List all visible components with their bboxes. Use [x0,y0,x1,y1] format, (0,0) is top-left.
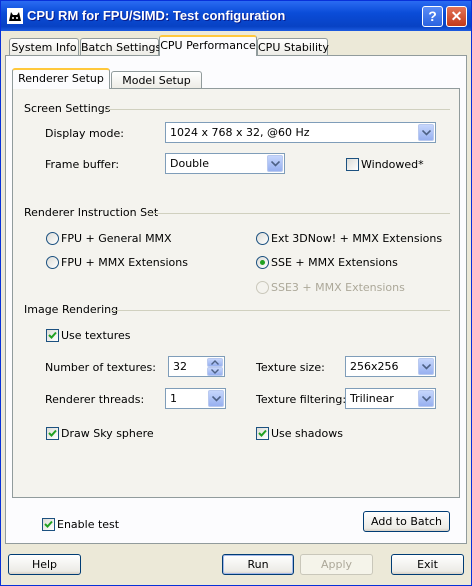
renderer-threads-select[interactable]: 1 [165,388,226,409]
use-shadows-label: Use shadows [271,427,343,440]
num-textures-spinner[interactable]: 32 [168,356,225,377]
radio-selected-dot [260,260,265,265]
help-title-button[interactable]: ? [422,6,443,27]
renderer-threads-value: 1 [170,392,177,405]
help-button[interactable]: Help [8,554,81,575]
chevron-down-icon[interactable] [418,124,434,141]
check-icon [48,429,57,437]
apply-button: Apply [300,554,373,575]
check-icon [48,331,57,339]
group-divider [110,310,450,311]
num-textures-value: 32 [173,360,187,373]
chevron-down-icon [211,369,219,374]
chevron-down-icon[interactable] [418,390,434,407]
frame-buffer-value: Double [170,157,209,170]
spin-up-button[interactable] [207,358,223,367]
frame-buffer-label: Frame buffer: [45,158,120,171]
texture-filtering-value: Trilinear [350,392,394,405]
tab-cpu-stability[interactable]: CPU Stability [257,38,329,56]
radio-fpu-mmx-extensions[interactable] [46,256,59,269]
use-textures-checkbox[interactable] [46,329,59,342]
radio-sse-mmx-extensions[interactable] [256,256,269,269]
radio-fpu-general-mmx[interactable] [46,232,59,245]
check-icon [258,429,267,437]
group-divider [147,213,450,214]
display-mode-value: 1024 x 768 x 32, @60 Hz [170,126,310,139]
app-cat-icon [7,8,23,24]
windowed-label: Windowed* [361,158,424,171]
chevron-down-icon[interactable] [267,155,283,172]
screen-settings-heading: Screen Settings [24,102,111,115]
chevron-down-icon[interactable] [418,358,434,375]
draw-sky-label: Draw Sky sphere [61,427,154,440]
display-mode-label: Display mode: [45,127,124,140]
group-divider [105,109,450,110]
subtab-model-setup[interactable]: Model Setup [111,71,202,89]
spin-down-button[interactable] [207,367,223,376]
draw-sky-checkbox[interactable] [46,427,59,440]
radio-label-sse-mmx-extensions: SSE + MMX Extensions [271,256,398,269]
radio-label-fpu-mmx-extensions: FPU + MMX Extensions [61,256,188,269]
exit-button[interactable]: Exit [391,554,464,575]
title-bar[interactable]: CPU RM for FPU/SIMD: Test configuration … [1,1,471,31]
use-shadows-checkbox[interactable] [256,427,269,440]
renderer-threads-label: Renderer threads: [45,393,145,406]
add-to-batch-button[interactable]: Add to Batch [363,511,450,532]
chevron-down-icon[interactable] [208,390,224,407]
texture-size-label: Texture size: [256,361,325,374]
use-textures-label: Use textures [61,329,131,342]
display-mode-select[interactable]: 1024 x 768 x 32, @60 Hz [165,122,436,143]
instruction-set-heading: Renderer Instruction Set [24,206,159,219]
radio-label-fpu-general-mmx: FPU + General MMX [61,232,172,245]
chevron-up-icon [211,360,219,365]
enable-test-label: Enable test [57,518,120,531]
radio-label-ext-3dnow-mmx: Ext 3DNow! + MMX Extensions [271,232,443,245]
radio-sse3-mmx-extensions [256,281,269,294]
radio-ext-3dnow-mmx[interactable] [256,232,269,245]
image-rendering-heading: Image Rendering [24,303,119,316]
dialog-window: CPU RM for FPU/SIMD: Test configuration … [0,0,472,586]
check-icon [44,520,53,528]
texture-filtering-select[interactable]: Trilinear [345,388,436,409]
num-textures-label: Number of textures: [45,361,156,374]
tab-system-info[interactable]: System Info [9,38,79,56]
texture-size-select[interactable]: 256x256 [345,356,436,377]
run-button[interactable]: Run [222,554,294,575]
tab-batch-settings[interactable]: Batch Settings [80,38,161,56]
close-window-button[interactable]: ✕ [446,6,467,27]
frame-buffer-select[interactable]: Double [165,153,285,174]
enable-test-checkbox[interactable] [42,518,55,531]
radio-label-sse3-mmx-extensions: SSE3 + MMX Extensions [271,281,405,294]
window-title: CPU RM for FPU/SIMD: Test configuration [27,8,286,23]
subtab-renderer-setup[interactable]: Renderer Setup [12,68,110,89]
texture-size-value: 256x256 [350,360,399,373]
tab-cpu-performance[interactable]: CPU Performance [159,35,257,56]
texture-filtering-label: Texture filtering: [256,393,347,406]
windowed-checkbox[interactable] [346,158,359,171]
